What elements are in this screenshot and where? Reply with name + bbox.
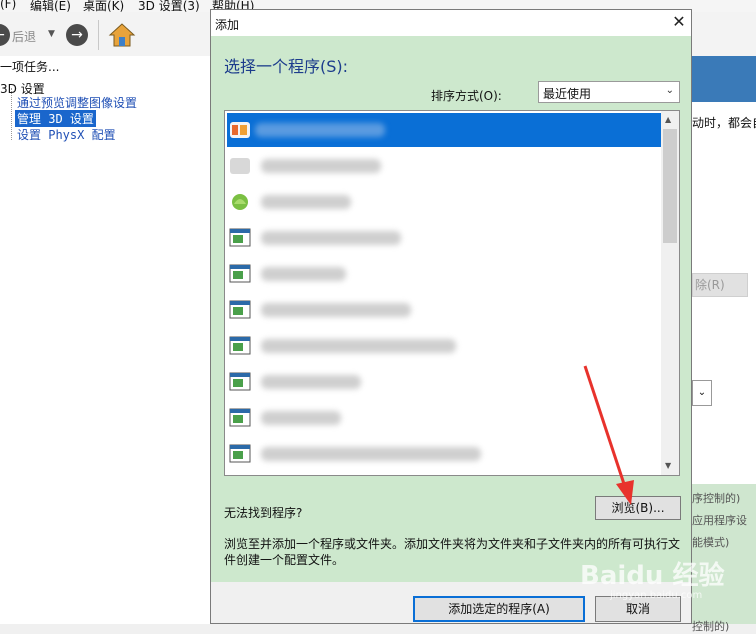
tree-item-manage-3d[interactable]: 管理 3D 设置 [15,110,96,127]
program-window-icon [229,408,251,427]
add-selected-program-button[interactable]: 添加选定的程序(A) [413,596,585,622]
program-list-item[interactable] [227,113,661,147]
close-icon[interactable]: ✕ [669,12,689,32]
program-window-icon [229,300,251,319]
task-panel-header: 一项任务... [0,56,210,75]
forward-arrow-icon[interactable]: → [66,24,88,46]
tree-item-preview-image[interactable]: 通过预览调整图像设置 [17,94,137,111]
program-list-item[interactable] [227,185,661,219]
blurred-name [255,123,385,137]
remove-button[interactable]: 除(R) [692,273,748,297]
program-window-icon [229,372,251,391]
app-icon-green [232,194,248,210]
program-list-item[interactable] [227,365,661,399]
program-window-icon [229,336,251,355]
program-list-item[interactable] [227,149,661,183]
program-window-icon [229,444,251,463]
sort-dropdown[interactable]: 最近使用 ⌄ [538,81,680,103]
scroll-down-icon[interactable]: ▼ [665,461,671,470]
blurred-name [261,195,351,209]
content-line-1: 序控制的) [692,492,741,505]
blurred-name [261,159,381,173]
program-list-item[interactable] [227,221,661,255]
menu-edit[interactable]: 编辑(E) [30,0,71,12]
list-scrollbar[interactable]: ▲ ▼ [661,111,679,475]
chevron-down-icon: ⌄ [665,85,674,96]
chevron-down-icon[interactable]: ⌄ [692,380,712,406]
back-arrow-icon[interactable]: ← [0,24,10,46]
dialog-title: 添加 [215,18,240,32]
content-header-band [692,56,756,102]
browse-button[interactable]: 浏览(B)... [595,496,681,520]
not-found-label: 无法找到程序? [224,506,303,520]
program-list[interactable]: ▲ ▼ [224,110,680,476]
content-line-4: 控制的) [692,620,730,633]
program-list-item[interactable] [227,293,661,327]
select-program-heading: 选择一个程序(S): [224,57,349,76]
content-lower-area: 序控制的) 应用程序设 能模式) 控制的) [692,484,756,633]
content-description: 动时，都会自 [692,116,756,130]
add-program-dialog: 添加 ✕ 选择一个程序(S): 排序方式(O): 最近使用 ⌄ ▲ ▼ 无法找到… [210,9,692,624]
sort-label: 排序方式(O): [431,89,502,103]
settings-content-panel: 动时，都会自 除(R) ⌄ 序控制的) 应用程序设 能模式) 控制的) [692,56,756,633]
back-button-label[interactable]: 后退 [12,28,36,45]
blurred-name [261,339,456,353]
program-list-item[interactable] [227,329,661,363]
sort-value: 最近使用 [543,87,592,101]
tree-item-physx[interactable]: 设置 PhysX 配置 [17,126,116,143]
home-icon[interactable] [108,21,136,49]
program-window-icon [229,228,251,247]
blurred-name [261,447,481,461]
blurred-name [261,375,361,389]
settings-tree: 3D 设置 通过预览调整图像设置 管理 3D 设置 设置 PhysX 配置 [0,74,210,624]
scrollbar-thumb[interactable] [663,129,677,243]
blurred-name [261,267,346,281]
watermark-url: jingyan.baidu.com [610,590,703,601]
menu-file[interactable]: (F) [0,0,16,11]
watermark-logo: Baidu 经验 [580,561,725,591]
program-window-icon [229,264,251,283]
dialog-titlebar[interactable]: 添加 ✕ [211,10,691,36]
scroll-up-icon[interactable]: ▲ [665,115,671,124]
history-dropdown-icon[interactable]: ▼ [48,29,55,39]
program-list-item[interactable] [227,257,661,291]
menu-desktop[interactable]: 桌面(K) [83,0,124,12]
blurred-name [261,231,401,245]
app-icon-orange [230,122,250,138]
program-list-item[interactable] [227,437,661,471]
content-line-2: 应用程序设 [692,514,747,527]
blurred-name [261,303,411,317]
app-icon-blurred [230,158,250,174]
blurred-name [261,411,341,425]
menu-3d-settings[interactable]: 3D 设置(3) [138,0,200,12]
content-line-3: 能模式) [692,536,730,549]
toolbar-divider [98,20,99,50]
program-list-item[interactable] [227,401,661,435]
task-panel-label: 一项任务... [0,60,60,74]
